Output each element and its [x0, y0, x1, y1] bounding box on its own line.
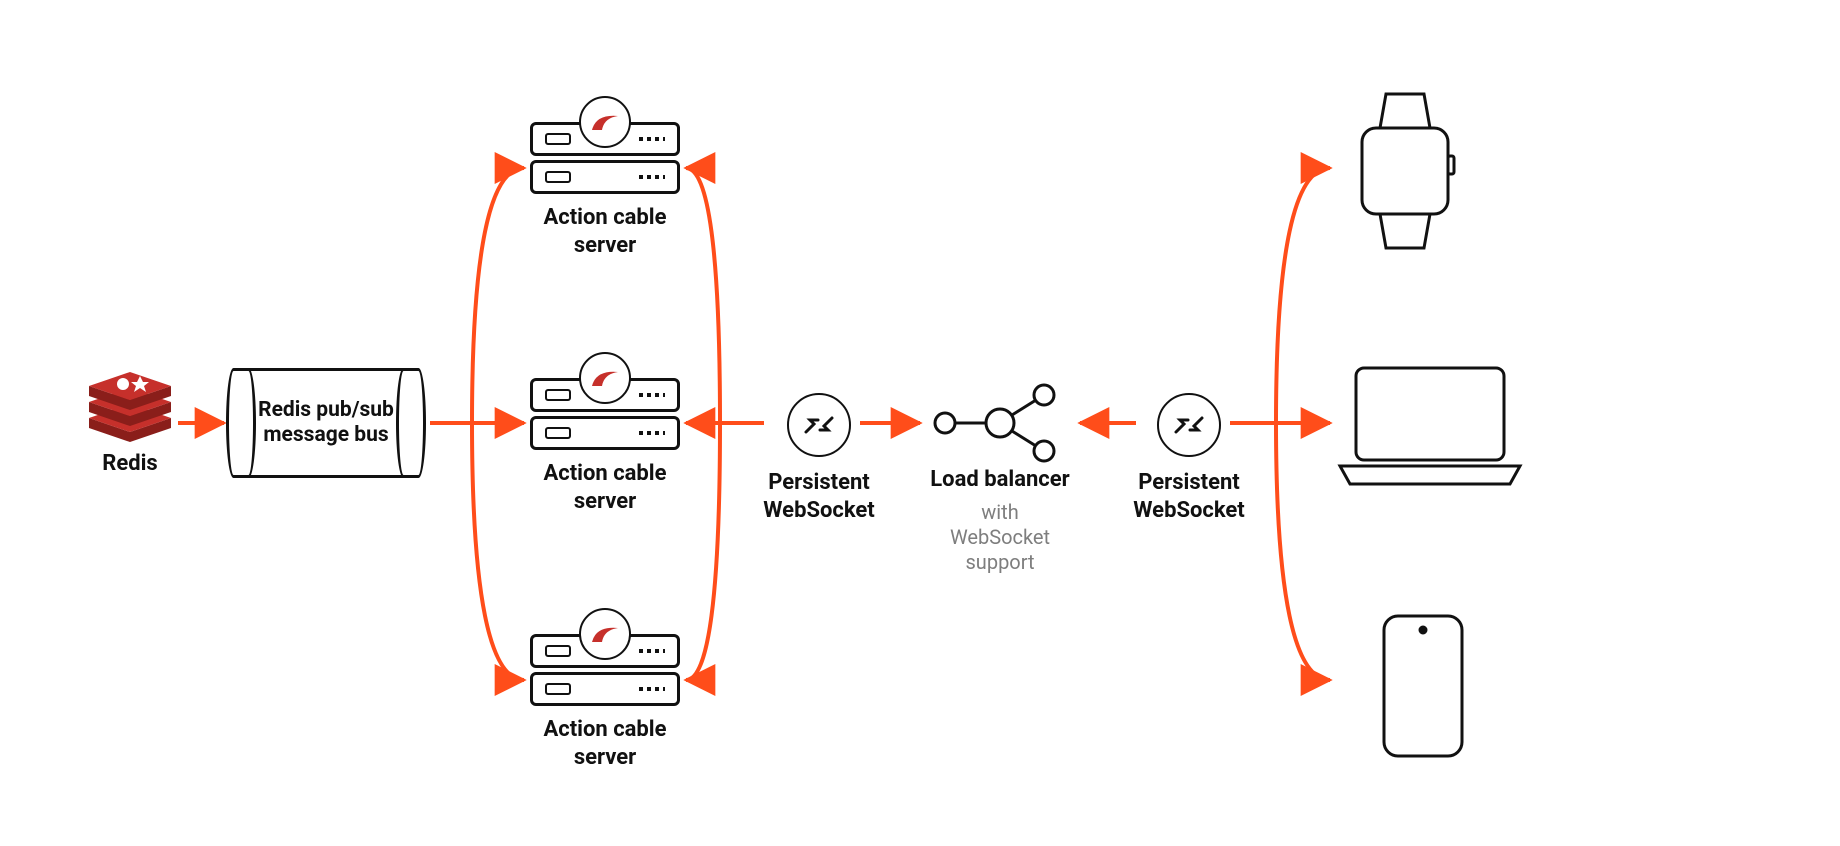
rails-icon	[579, 352, 631, 404]
websocket-left: Persistent WebSocket	[754, 393, 884, 524]
message-bus: Redis pub/sub message bus	[226, 368, 426, 478]
redis-label: Redis	[70, 450, 190, 478]
websocket-icon	[787, 393, 851, 457]
bus-label-1: Redis pub/sub	[258, 398, 394, 422]
smartwatch-icon	[1362, 94, 1454, 248]
action-cable-server-2: Action cable server	[530, 378, 680, 515]
laptop-icon	[1340, 368, 1520, 484]
action-cable-server-3: Action cable server	[530, 634, 680, 771]
lb-label: Load balancer	[914, 466, 1086, 494]
load-balancer: Load balancer with WebSocket support	[914, 466, 1086, 575]
phone-icon	[1384, 616, 1462, 756]
rails-icon	[579, 608, 631, 660]
load-balancer-icon	[935, 385, 1054, 461]
websocket-icon	[1157, 393, 1221, 457]
bus-label-2: message bus	[263, 423, 388, 447]
redis-node: Redis	[70, 370, 190, 478]
websocket-right: Persistent WebSocket	[1124, 393, 1254, 524]
redis-icon	[85, 370, 175, 446]
diagram-stage: Redis Redis pub/sub message bus Action c…	[0, 0, 1840, 846]
rails-icon	[579, 96, 631, 148]
action-cable-server-1: Action cable server	[530, 122, 680, 259]
